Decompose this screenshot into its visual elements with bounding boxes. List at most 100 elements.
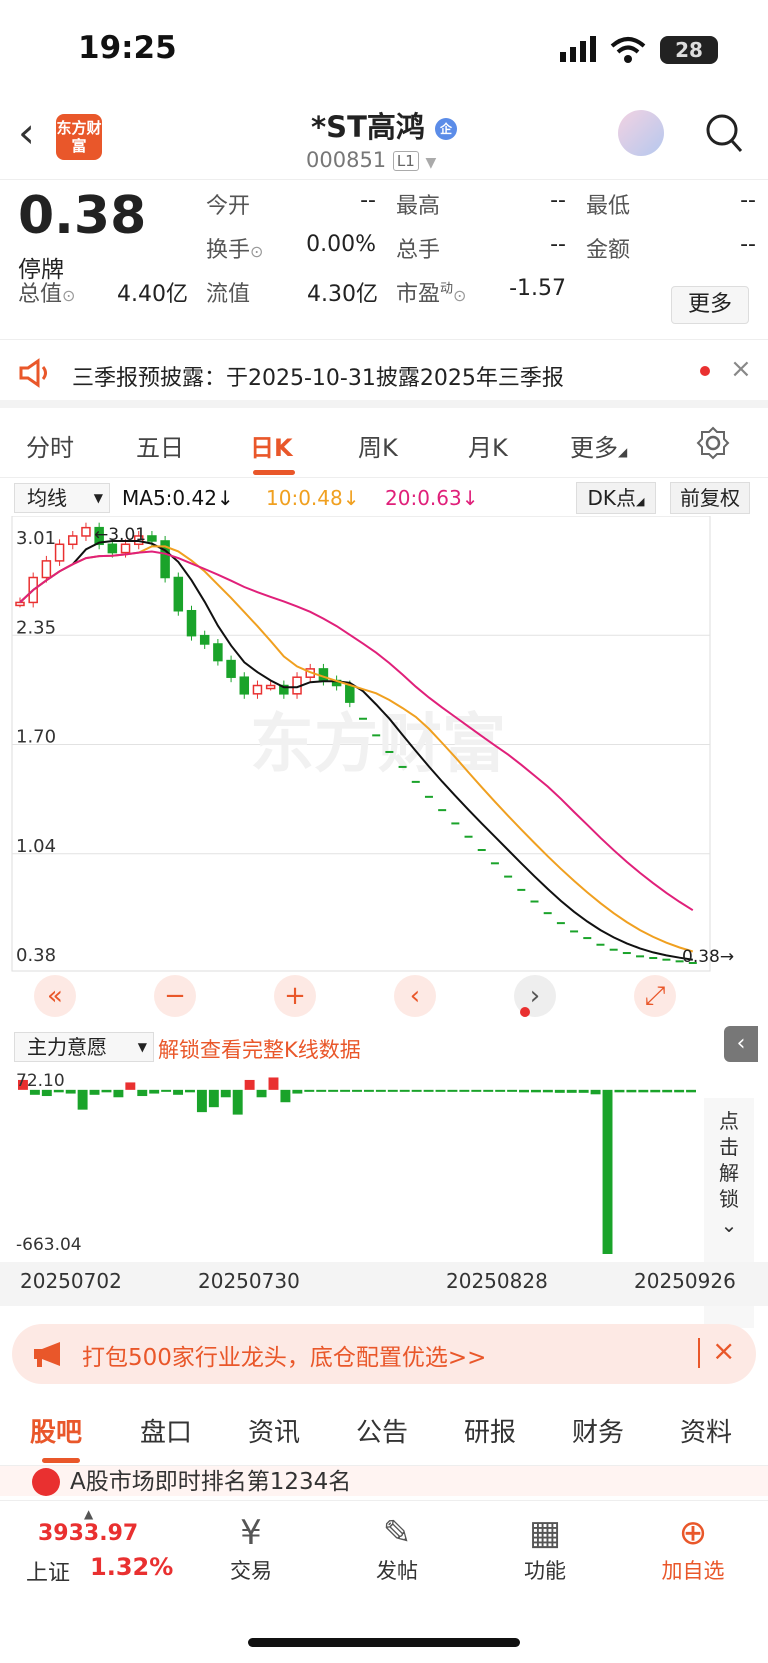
indicator-bar xyxy=(280,1089,291,1103)
tab-announcements[interactable]: 公告 xyxy=(356,1412,408,1449)
tab-finance[interactable]: 财务 xyxy=(572,1412,624,1449)
tab-news[interactable]: 资讯 xyxy=(248,1412,300,1449)
peek-text: A股市场即时排名第1234名 xyxy=(70,1469,352,1495)
indicator-min: -663.04 xyxy=(16,1235,82,1255)
candle xyxy=(583,937,592,940)
enterprise-badge: 企 xyxy=(434,118,457,140)
function-button[interactable]: ▦ 功能 xyxy=(500,1511,590,1585)
candle xyxy=(398,765,407,768)
adjust-button[interactable]: 前复权 xyxy=(670,482,750,514)
trade-button[interactable]: ¥ 交易 xyxy=(206,1511,296,1585)
tab-forum[interactable]: 股吧 xyxy=(30,1412,82,1449)
indicator-bar xyxy=(459,1089,470,1092)
candle xyxy=(372,734,381,737)
indicator-bar xyxy=(483,1089,494,1092)
label-low: 最低 xyxy=(586,194,631,219)
indicator-bar xyxy=(411,1089,422,1092)
candle xyxy=(385,750,394,753)
index-name[interactable]: 上证 xyxy=(26,1555,70,1587)
label-high: 最高 xyxy=(396,194,441,219)
tab-research[interactable]: 研报 xyxy=(464,1412,516,1449)
indicator-bar xyxy=(161,1089,172,1092)
candle xyxy=(464,835,473,838)
candle xyxy=(199,634,210,645)
indicator-bar xyxy=(530,1089,541,1093)
signal-icon xyxy=(560,36,596,62)
zoom-out-icon[interactable]: − xyxy=(154,975,196,1017)
indicator-bar xyxy=(65,1089,76,1094)
index-change[interactable]: 1.32% xyxy=(90,1553,173,1581)
plus-circle-icon: ⊕ xyxy=(678,1513,708,1553)
date-axis: 20250702 20250730 20250828 20250926 xyxy=(0,1262,768,1306)
notice-bar[interactable]: 三季报预披露：于2025-10-31披露2025年三季报 × xyxy=(0,342,768,408)
label-open: 今开 xyxy=(206,194,251,219)
candle xyxy=(120,543,131,554)
candle xyxy=(226,659,236,678)
megaphone-icon xyxy=(34,1342,60,1367)
tab-handicap[interactable]: 盘口 xyxy=(140,1412,192,1449)
search-icon[interactable] xyxy=(704,112,744,156)
dk-point-button[interactable]: DK点◢ xyxy=(576,482,656,514)
kline-chart[interactable]: 3.012.351.701.040.38东方财富←3.010.38→ xyxy=(0,516,768,1026)
status-bar: 19:25 28 xyxy=(0,0,768,96)
tab-more[interactable]: 更多◢ xyxy=(570,428,627,463)
expand-icon[interactable]: ⤢ xyxy=(634,975,676,1017)
edit-icon: ✎ xyxy=(382,1513,412,1553)
value-amount: -- xyxy=(740,232,756,257)
stock-name: *ST高鸿 xyxy=(311,110,425,144)
post-button[interactable]: ✎ 发帖 xyxy=(352,1511,442,1585)
indicator-bar xyxy=(638,1089,649,1093)
more-button[interactable]: 更多 xyxy=(671,286,749,324)
tab-profile[interactable]: 资料 xyxy=(680,1412,732,1449)
indicator-bar xyxy=(196,1089,207,1113)
indicator-bar xyxy=(542,1089,553,1093)
indicator-bar xyxy=(590,1089,601,1095)
gear-icon[interactable] xyxy=(696,426,730,460)
close-icon[interactable]: × xyxy=(712,1334,735,1367)
date-label: 20250730 xyxy=(198,1269,300,1293)
indicator-bar xyxy=(578,1089,589,1093)
stock-code[interactable]: 000851 L1 ▼ xyxy=(306,148,436,172)
zoom-in-icon[interactable]: + xyxy=(274,975,316,1017)
unlock-link[interactable]: 解锁查看完整K线数据 xyxy=(158,1034,361,1064)
indicator-bar xyxy=(77,1089,88,1110)
indicator-select[interactable]: 均线 ▼ xyxy=(14,483,110,513)
index-value[interactable]: 3933.97 xyxy=(38,1521,138,1546)
indicator-selector[interactable]: 主力意愿 ▼ xyxy=(14,1032,154,1062)
tab-weekly-k[interactable]: 周K xyxy=(358,428,398,463)
y-tick-label: 0.38 xyxy=(16,945,56,966)
candle xyxy=(517,888,526,891)
y-tick-label: 3.01 xyxy=(16,528,56,549)
collapse-icon[interactable]: ‹ xyxy=(724,1026,758,1062)
candle xyxy=(411,780,420,783)
indicator-bar xyxy=(232,1089,243,1115)
label-float-value: 流值 xyxy=(206,282,251,307)
tab-monthly-k[interactable]: 月K xyxy=(468,428,508,463)
indicator-bar xyxy=(244,1079,255,1090)
candle xyxy=(556,922,565,925)
add-watchlist-button[interactable]: ⊕ 加自选 xyxy=(648,1511,738,1585)
indicator-bar xyxy=(149,1089,160,1094)
tab-five-day[interactable]: 五日 xyxy=(136,428,184,463)
candle xyxy=(345,684,355,703)
indicator-bar xyxy=(292,1089,303,1094)
tab-daily-k[interactable]: 日K xyxy=(250,428,293,463)
chart-toolbar: 均线 ▼ MA5:0.42↓ 10:0.48↓ 20:0.63↓ DK点◢ 前复权 xyxy=(0,480,768,516)
value-low: -- xyxy=(740,188,756,213)
label-pe: 市盈动⊙ xyxy=(396,281,467,307)
fast-back-icon[interactable]: « xyxy=(34,975,76,1017)
indicator-bar xyxy=(566,1089,577,1093)
high-marker: ←3.01 xyxy=(94,525,146,545)
assistant-avatar[interactable] xyxy=(618,110,664,156)
close-icon[interactable]: × xyxy=(730,354,752,384)
candle xyxy=(147,535,157,542)
left-icon[interactable]: ‹ xyxy=(394,975,436,1017)
indicator-bar xyxy=(423,1089,434,1092)
tab-intraday[interactable]: 分时 xyxy=(26,428,74,463)
y-tick-label: 1.04 xyxy=(16,836,56,857)
speaker-icon xyxy=(19,358,47,388)
indicator-bar xyxy=(399,1089,410,1092)
indicator-bar xyxy=(519,1089,529,1093)
y-tick-label: 1.70 xyxy=(16,727,56,748)
promo-banner[interactable]: 打包500家行业龙头，底仓配置优选>> × xyxy=(12,1324,756,1384)
